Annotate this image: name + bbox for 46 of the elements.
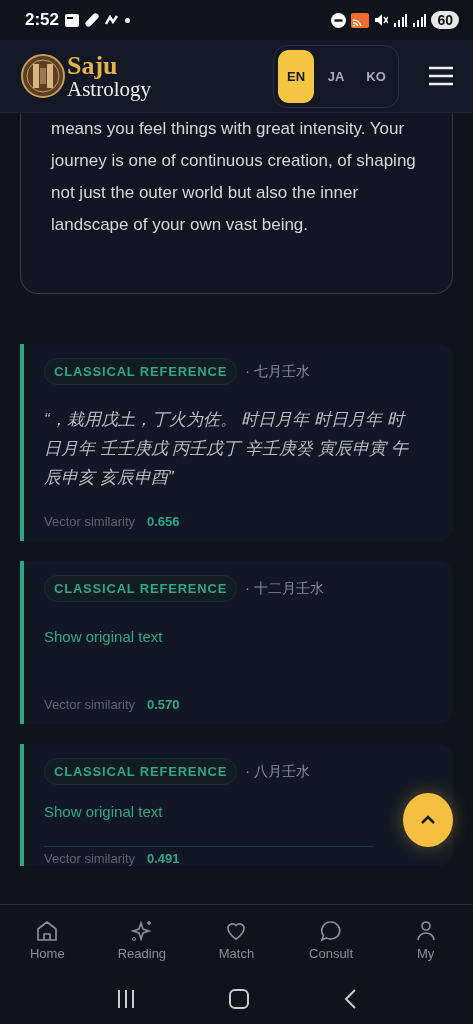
battery-level: 60: [431, 11, 459, 29]
signal-icon: [412, 13, 427, 27]
show-original-link[interactable]: Show original text: [44, 628, 163, 645]
clock-time: 2:52: [25, 10, 60, 30]
house-icon: [35, 918, 60, 943]
nav-tab[interactable]: Consult: [291, 918, 372, 961]
similarity-value: 0.570: [147, 697, 180, 712]
cast-icon: [351, 12, 370, 28]
logo-emblem: [21, 54, 65, 98]
similarity-label: Vector similarity: [44, 851, 136, 866]
menu-icon[interactable]: [429, 66, 453, 86]
similarity-value: 0.656: [147, 514, 180, 529]
quote-text: “，栽用戊土，丁火为佐。 时日月年 时日月年 时日月年 壬壬庚戊 丙壬戊丁 辛壬庚癸 寅辰申寅 午辰申亥 亥辰申酉”: [44, 409, 410, 489]
category-tag: CLASSICAL REFERENCE: [44, 358, 238, 385]
similarity-label: Vector similarity: [44, 697, 136, 712]
reading-paragraph: means you feel things with great intensity. Your journey is one of continuous creation, of shaping not just the outer world but also the inner landscape of your own vast being.: [51, 118, 417, 236]
nav-tab[interactable]: My: [385, 918, 466, 961]
do-not-disturb-icon: [331, 12, 347, 28]
recent-apps-button[interactable]: [116, 989, 137, 1009]
home-button[interactable]: [228, 988, 251, 1010]
notification-icon: [65, 13, 80, 27]
show-original-link[interactable]: Show original text: [44, 803, 163, 820]
pill-icon: [85, 13, 100, 27]
similarity-value: 0.491: [147, 851, 180, 866]
signal-icon: [393, 13, 408, 27]
nav-tab[interactable]: Match: [196, 918, 277, 961]
back-button[interactable]: [342, 988, 357, 1010]
nav-tab[interactable]: Home: [7, 918, 88, 961]
similarity-label: Vector similarity: [44, 514, 136, 529]
sparkle-icon: [129, 918, 154, 943]
source-label: · 八月壬水: [245, 762, 310, 781]
language-tab[interactable]: EN: [278, 49, 314, 103]
language-tab[interactable]: JA: [318, 49, 354, 103]
category-tag: CLASSICAL REFERENCE: [44, 758, 238, 785]
logo-title: Saju: [67, 52, 119, 79]
chat-bubble-icon: [319, 918, 344, 943]
language-tab[interactable]: KO: [358, 49, 394, 103]
squiggle-icon: [105, 15, 120, 25]
dot-icon: [125, 17, 131, 23]
logo-subtitle: Astrology: [67, 78, 151, 100]
chevron-up-icon: [420, 815, 436, 825]
source-label: · 七月壬水: [245, 362, 310, 381]
nav-tab[interactable]: Reading: [101, 918, 182, 961]
mute-icon: [374, 13, 389, 27]
source-label: · 十二月壬水: [245, 579, 324, 598]
category-tag: CLASSICAL REFERENCE: [44, 575, 238, 602]
